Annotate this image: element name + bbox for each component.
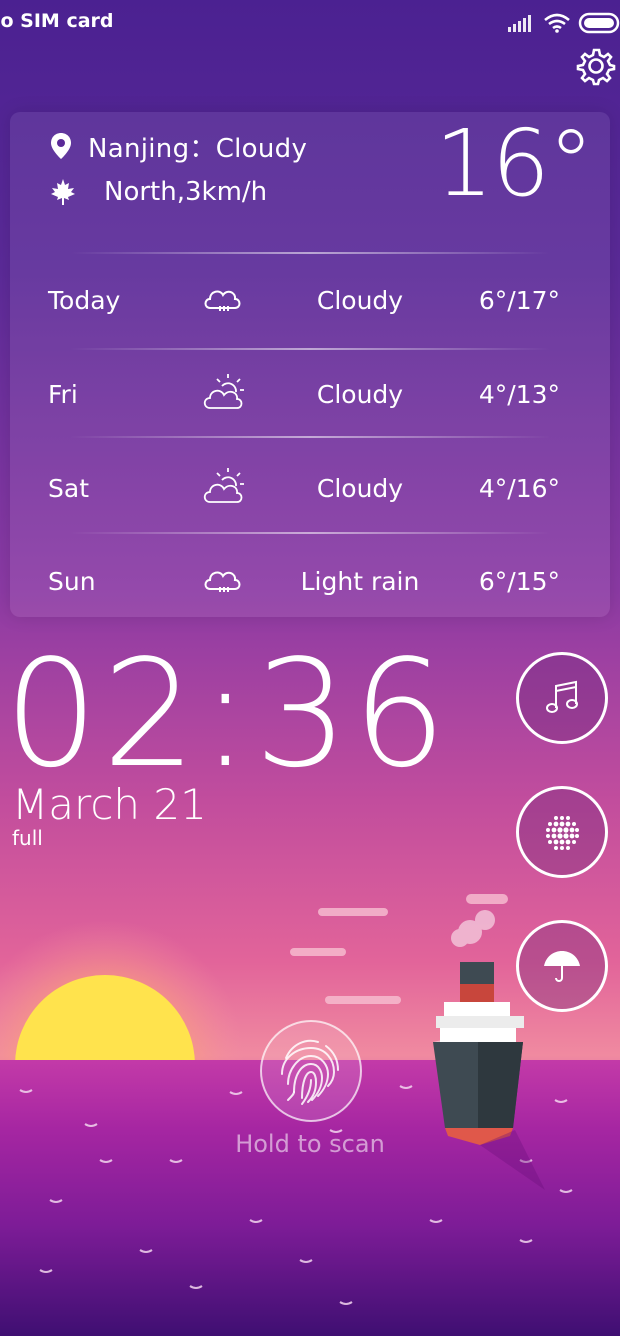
maple-leaf-icon xyxy=(51,179,75,205)
clock-time: 02:36 xyxy=(4,628,451,800)
settings-button[interactable] xyxy=(576,46,620,90)
fingerprint-icon xyxy=(260,1020,362,1122)
signal-icon xyxy=(508,15,531,32)
date-subtext: full xyxy=(12,826,43,850)
forecast-day: Fri xyxy=(48,380,78,409)
current-temperature: 16° xyxy=(434,110,594,217)
clock-date: March 21 xyxy=(12,780,207,829)
gear-icon xyxy=(576,48,616,86)
location-text: Nanjing：Cloudy xyxy=(88,133,308,164)
battery-icon xyxy=(578,12,620,34)
lock-screen: lo SIM card Nanjing：Cloudy North,3km/h 1… xyxy=(0,0,620,1336)
forecast-row: Today Cloudy 6°/17° xyxy=(10,276,610,326)
status-icons xyxy=(508,12,620,34)
divider xyxy=(70,436,550,438)
forecast-day: Sun xyxy=(48,567,96,596)
forecast-range: 6°/17° xyxy=(478,286,560,315)
forecast-row: Sat Cloudy 4°/16° xyxy=(10,464,610,514)
forecast-condition: Light rain xyxy=(300,567,420,596)
weather-card[interactable]: Nanjing：Cloudy North,3km/h 16° Today Clo… xyxy=(10,112,610,617)
location-row: Nanjing：Cloudy xyxy=(50,128,307,164)
ship-illustration xyxy=(433,962,524,1145)
forecast-day: Today xyxy=(48,286,121,315)
forecast-day: Sat xyxy=(48,474,89,503)
forecast-range: 4°/16° xyxy=(478,474,560,503)
divider xyxy=(70,348,550,350)
fingerprint-sensor[interactable] xyxy=(258,1018,364,1124)
divider xyxy=(70,532,550,534)
partly-cloudy-icon xyxy=(203,468,244,503)
cloud-rain-icon xyxy=(204,290,241,311)
dots-icon xyxy=(546,816,579,850)
forecast-condition: Cloudy xyxy=(316,380,404,409)
partly-cloudy-icon xyxy=(203,374,244,409)
dots-button[interactable] xyxy=(516,786,608,878)
fingerprint-label: Hold to scan xyxy=(235,1130,385,1158)
umbrella-icon xyxy=(544,951,580,982)
divider xyxy=(70,252,550,254)
forecast-condition: Cloudy xyxy=(316,286,404,315)
music-button[interactable] xyxy=(516,652,608,744)
umbrella-button[interactable] xyxy=(516,920,608,1012)
wifi-icon xyxy=(544,13,570,30)
forecast-row: Fri Cloudy 4°/13° xyxy=(10,370,610,420)
cloud-rain-icon xyxy=(204,571,241,592)
carrier-text: lo SIM card xyxy=(0,10,114,32)
forecast-row: Sun Light rain 6°/15° xyxy=(10,557,610,607)
forecast-range: 4°/13° xyxy=(478,380,560,409)
forecast-range: 6°/15° xyxy=(478,567,560,596)
location-pin-icon xyxy=(51,133,71,159)
ship-smoke xyxy=(451,910,495,947)
wind-text: North,3km/h xyxy=(104,177,268,207)
status-bar: lo SIM card xyxy=(0,0,620,86)
wind-row: North,3km/h xyxy=(50,174,267,210)
music-icon xyxy=(546,680,578,713)
forecast-condition: Cloudy xyxy=(316,474,404,503)
